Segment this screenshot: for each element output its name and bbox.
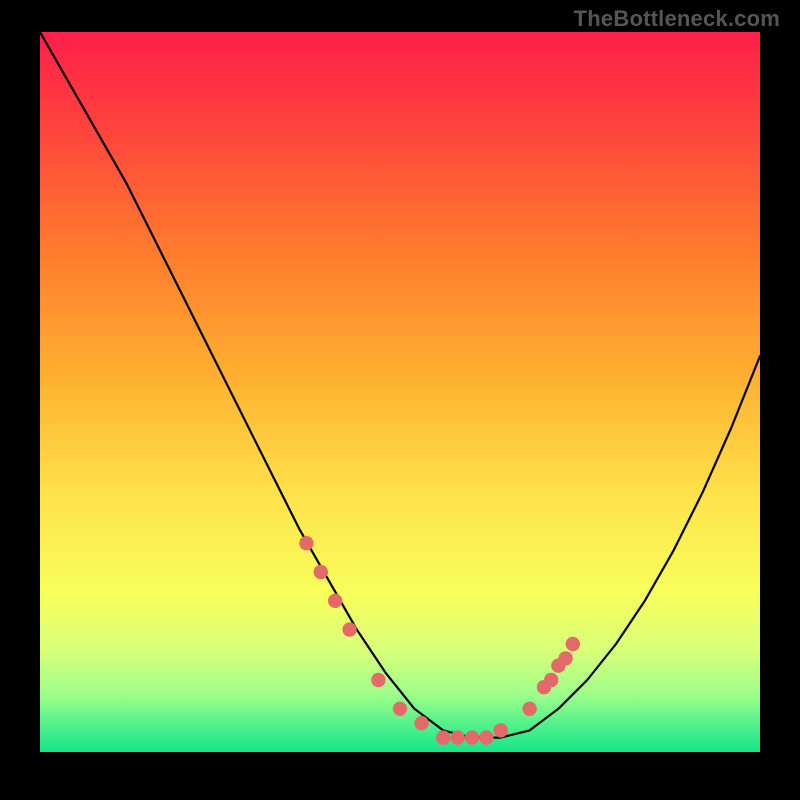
- bottleneck-curve: [40, 32, 760, 738]
- watermark-text: TheBottleneck.com: [574, 6, 780, 32]
- highlight-dot: [465, 730, 479, 744]
- highlight-dot: [522, 702, 536, 716]
- highlight-dot: [414, 716, 428, 730]
- curve-layer: [40, 32, 760, 752]
- highlight-dot: [371, 673, 385, 687]
- highlight-dot: [566, 637, 580, 651]
- highlight-dot: [342, 622, 356, 636]
- highlight-dot: [544, 673, 558, 687]
- highlight-dot: [450, 730, 464, 744]
- highlight-dot: [299, 536, 313, 550]
- highlight-dot: [314, 565, 328, 579]
- highlight-dot: [328, 594, 342, 608]
- highlight-dot: [558, 651, 572, 665]
- highlight-dot: [479, 730, 493, 744]
- highlight-dot: [436, 730, 450, 744]
- plot-area: [40, 32, 760, 758]
- highlight-dot: [494, 723, 508, 737]
- highlight-dot: [393, 702, 407, 716]
- highlight-dots: [299, 536, 580, 745]
